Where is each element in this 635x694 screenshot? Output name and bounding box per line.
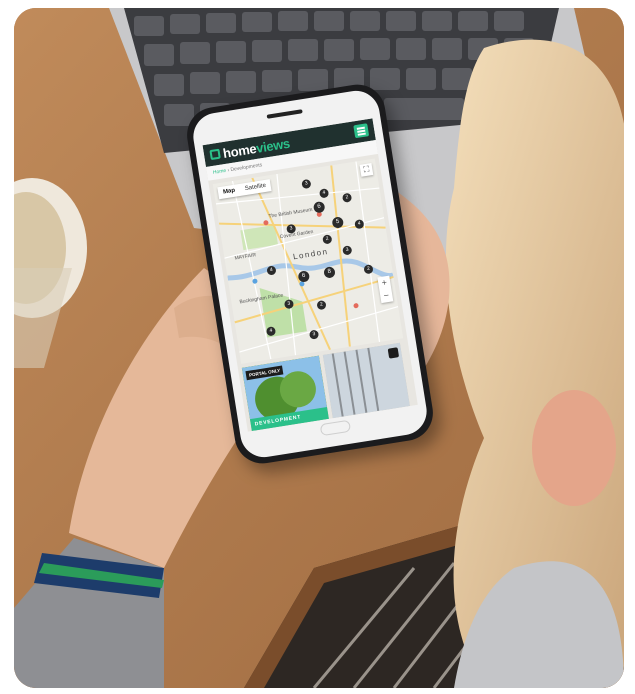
brand-part2: views [254, 135, 291, 156]
speaker-grille [266, 109, 303, 119]
developments-map[interactable]: Map Satellite ⛶ + − The British Museum C… [212, 158, 404, 364]
hamburger-line [357, 132, 366, 136]
brand-part1: home [221, 140, 258, 161]
homeviews-logo-icon [209, 148, 221, 161]
hamburger-menu-button[interactable] [353, 123, 370, 139]
breadcrumb-current: Developments [230, 162, 263, 174]
photo: homeviews Home › Developments Map Satell… [14, 8, 624, 688]
development-card[interactable]: PORTAL ONLY DEVELOPMENT [241, 355, 329, 432]
fullscreen-icon[interactable]: ⛶ [359, 163, 374, 177]
phone-screen: homeviews Home › Developments Map Satell… [202, 118, 418, 432]
development-card[interactable] [322, 342, 410, 419]
home-button[interactable] [319, 419, 352, 437]
breadcrumb-home-link[interactable]: Home [213, 168, 227, 176]
zoom-out-button[interactable]: − [379, 288, 393, 303]
breadcrumb-separator: › [227, 167, 230, 174]
map-pin-icon[interactable] [387, 347, 400, 359]
